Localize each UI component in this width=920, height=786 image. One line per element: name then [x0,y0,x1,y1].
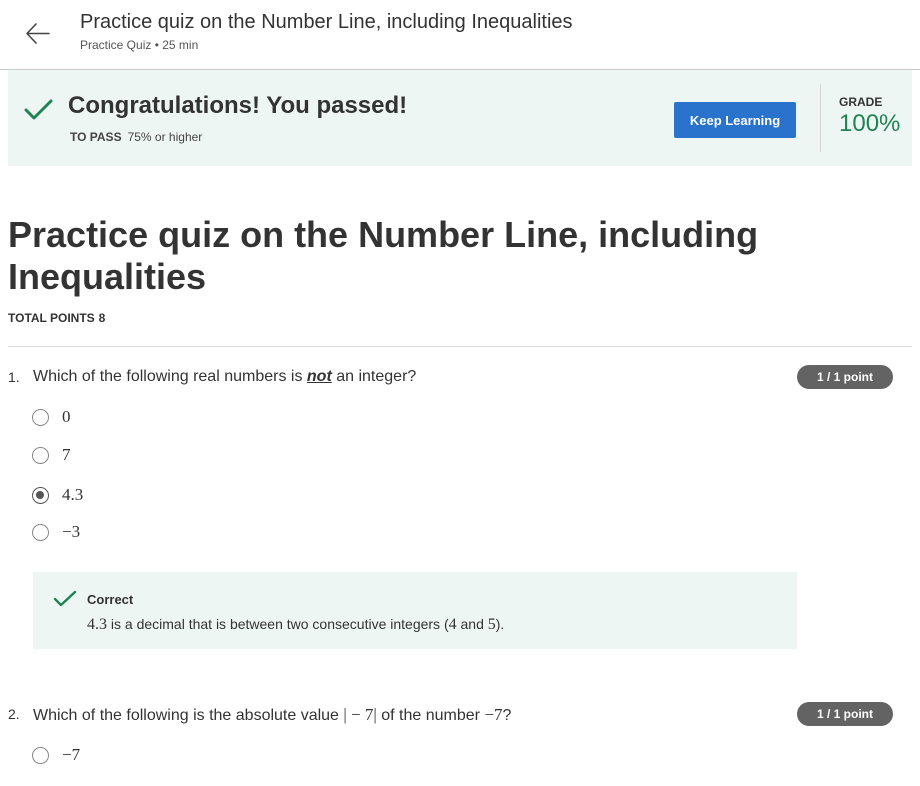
question-text: Which of the following is the absolute v… [33,705,511,725]
question-text-part: of the number [376,707,485,724]
points-badge: 1 / 1 point [797,702,893,726]
radio-button[interactable] [32,409,49,426]
arrow-left-icon [26,23,50,44]
feedback-math: 4 [448,616,457,633]
question-text-part: ? [502,707,512,724]
option-label: 7 [62,445,71,464]
feedback-text-part: ). [495,616,505,632]
header-title: Practice quiz on the Number Line, includ… [80,11,573,33]
option-label: −3 [62,522,81,541]
total-points-label: TOTAL POINTS [8,311,95,325]
option-label: −7 [62,745,81,764]
total-points: TOTAL POINTS 8 [8,311,105,325]
grade-label: GRADE [839,95,883,109]
feedback-text-part: and [456,616,488,632]
grade-divider [820,84,821,152]
question-number: 2. [8,706,20,722]
feedback-math: 5 [487,616,496,633]
header-subtitle: Practice Quiz • 25 min [80,38,199,52]
option-label: 4.3 [62,485,84,504]
result-banner: Congratulations! You passed! TO PASS 75% … [8,70,912,166]
checkmark-icon [53,590,77,607]
feedback-status: Correct [87,592,134,607]
question-text-part: Which of the following real numbers is [33,368,307,385]
pass-requirement: TO PASS 75% or higher [70,130,202,144]
radio-button[interactable] [32,524,49,541]
radio-button-selected[interactable] [32,487,49,504]
top-bar: Practice quiz on the Number Line, includ… [0,0,920,70]
feedback-text-part: is a decimal that is between two consecu… [107,616,449,632]
to-pass-value: 75% or higher [127,130,203,144]
back-button[interactable] [22,18,54,50]
question-number: 1. [8,369,20,385]
feedback-box: Correct 4.3 is a decimal that is between… [33,572,797,649]
points-badge: 1 / 1 point [797,365,893,389]
page-title: Practice quiz on the Number Line, includ… [8,214,759,297]
question-math: −7 [484,705,503,724]
feedback-math: 4.3 [87,616,107,633]
question-text-part: Which of the following is the absolute v… [33,707,344,724]
checkmark-icon [24,99,53,120]
grade-value: 100% [839,110,901,137]
question-text-part: an integer? [331,368,417,385]
question-math: | − 7| [343,705,377,724]
radio-button[interactable] [32,747,49,764]
result-title: Congratulations! You passed! [68,92,408,119]
divider [8,346,912,347]
option-label: 0 [62,407,71,426]
keep-learning-button[interactable]: Keep Learning [674,102,796,138]
to-pass-label: TO PASS [70,130,122,144]
radio-button[interactable] [32,447,49,464]
radio-dot [36,491,44,499]
feedback-text: 4.3 is a decimal that is between two con… [87,616,504,634]
question-text: Which of the following real numbers is n… [33,368,416,386]
total-points-value: 8 [98,311,106,325]
question-emphasis: not [306,368,332,385]
